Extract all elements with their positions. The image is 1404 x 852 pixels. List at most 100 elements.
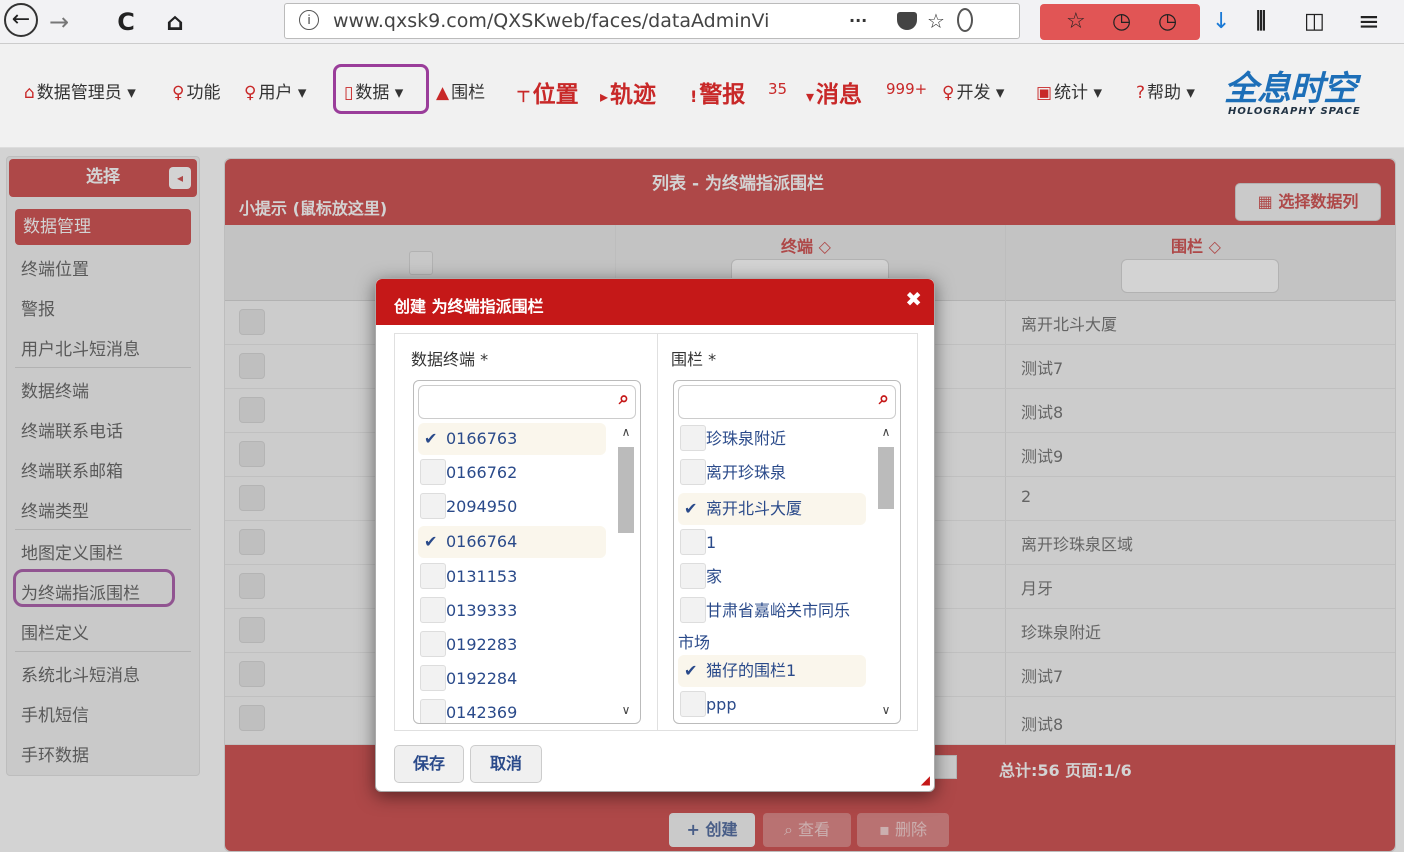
checkbox[interactable] bbox=[420, 665, 446, 691]
scrollbar[interactable]: ∧ ∨ bbox=[616, 425, 636, 721]
chevron-up-icon[interactable]: ∧ bbox=[876, 425, 896, 441]
nav-functions[interactable]: ♀ 功能 bbox=[172, 78, 220, 103]
browser-toolbar: ← → C ⌂ i www.qxsk9.com/QXSKweb/faces/da… bbox=[0, 0, 1404, 44]
list-item[interactable]: 0166762 bbox=[418, 457, 606, 489]
list-item[interactable]: 0142369 bbox=[418, 697, 606, 723]
list-item[interactable]: 0131153 bbox=[418, 561, 606, 593]
nav-fence[interactable]: ▲ 围栏 bbox=[436, 78, 485, 103]
terminal-listbox[interactable]: ⌕ ✔ 0166763 0166762 2094950 ✔ 0166764 0131… bbox=[413, 380, 641, 724]
search-icon: ⌕ bbox=[878, 388, 889, 409]
list-item[interactable]: 珍珠泉附近 bbox=[678, 423, 866, 455]
checkbox[interactable] bbox=[680, 563, 706, 589]
extension-icon[interactable] bbox=[957, 8, 973, 32]
checkbox[interactable] bbox=[680, 529, 706, 555]
page-actions-button[interactable]: ··· bbox=[849, 4, 867, 38]
forward-button[interactable]: → bbox=[44, 4, 74, 40]
cancel-button[interactable]: 取消 bbox=[470, 745, 542, 783]
home-button[interactable]: ⌂ bbox=[160, 4, 190, 40]
checkbox[interactable] bbox=[680, 691, 706, 717]
nav-label: 开发 ▾ bbox=[956, 83, 1005, 103]
sidebar-toggle-icon[interactable]: ◫ bbox=[1304, 4, 1325, 40]
highlight-annotation bbox=[333, 64, 429, 114]
checkbox[interactable] bbox=[420, 699, 446, 723]
checkbox[interactable] bbox=[680, 425, 706, 451]
scrollbar-thumb[interactable] bbox=[878, 447, 894, 509]
nav-messages[interactable]: ▾消息 bbox=[806, 75, 862, 109]
terminal-option: 0139333 bbox=[446, 601, 518, 620]
nav-develop[interactable]: ♀ 开发 ▾ bbox=[942, 78, 1004, 103]
list-item[interactable]: 甘肃省嘉峪关市同乐 bbox=[678, 595, 866, 627]
nav-alarm[interactable]: !警报 bbox=[690, 75, 745, 109]
url-text: www.qxsk9.com/QXSKweb/faces/dataAdminVi bbox=[333, 10, 770, 32]
list-item[interactable]: ✔ 0166763 bbox=[418, 423, 606, 455]
terminal-label: 数据终端 * bbox=[411, 350, 489, 369]
checkbox[interactable] bbox=[420, 459, 446, 485]
history-icon[interactable]: ◷ bbox=[1158, 4, 1177, 40]
nav-track[interactable]: ▸轨迹 bbox=[600, 75, 656, 109]
nav-label: 位置 bbox=[532, 82, 579, 108]
address-bar[interactable]: i www.qxsk9.com/QXSKweb/faces/dataAdminV… bbox=[284, 3, 1020, 39]
chevron-down-icon[interactable]: ∨ bbox=[616, 703, 636, 719]
list-item[interactable]: ppp bbox=[678, 689, 866, 721]
logo-main: 全息时空 bbox=[1224, 69, 1357, 109]
checkbox[interactable] bbox=[680, 597, 706, 623]
list-item[interactable]: 家 bbox=[678, 561, 866, 593]
list-item[interactable]: 0192283 bbox=[418, 629, 606, 661]
list-item[interactable]: 离开珍珠泉 bbox=[678, 457, 866, 489]
column-divider bbox=[657, 334, 658, 730]
download-icon[interactable]: ↓ bbox=[1212, 4, 1230, 40]
pocket-icon[interactable] bbox=[897, 12, 917, 30]
fence-option: 家 bbox=[706, 567, 723, 586]
message-count-badge: 999+ bbox=[886, 80, 928, 98]
nav-label: 用户 ▾ bbox=[258, 83, 307, 103]
nav-label: 消息 bbox=[816, 82, 863, 108]
list-item[interactable]: 0192284 bbox=[418, 663, 606, 695]
save-button[interactable]: 保存 bbox=[394, 745, 464, 783]
clock-icon[interactable]: ◷ bbox=[1112, 4, 1131, 40]
scrollbar-thumb[interactable] bbox=[618, 447, 634, 533]
terminal-search-input[interactable]: ⌕ bbox=[418, 385, 636, 419]
terminal-option: 0192283 bbox=[446, 635, 518, 654]
chevron-up-icon[interactable]: ∧ bbox=[616, 425, 636, 441]
nav-data-admin[interactable]: ⌂ 数据管理员 ▾ bbox=[24, 78, 136, 103]
extension-star-icon[interactable]: ☆ bbox=[1066, 4, 1086, 40]
chevron-down-icon[interactable]: ∨ bbox=[876, 703, 896, 719]
bookmark-star-icon[interactable]: ☆ bbox=[927, 4, 945, 38]
pin-icon: ♀ bbox=[942, 83, 955, 103]
list-item[interactable]: 0139333 bbox=[418, 595, 606, 627]
back-button[interactable]: ← bbox=[4, 3, 38, 37]
list-item[interactable]: ✔ 猫仔的围栏1 bbox=[678, 655, 866, 687]
chart-icon: ▣ bbox=[1036, 83, 1053, 103]
scrollbar[interactable]: ∧ ∨ bbox=[876, 425, 896, 721]
nav-label: 数据管理员 ▾ bbox=[36, 83, 136, 103]
menu-icon[interactable]: ≡ bbox=[1358, 4, 1380, 40]
check-icon: ✔ bbox=[424, 429, 438, 448]
alert-icon: ! bbox=[690, 87, 698, 106]
terminal-option: 0131153 bbox=[446, 567, 518, 586]
fence-search-input[interactable]: ⌕ bbox=[678, 385, 896, 419]
list-item[interactable]: ✔ 0166764 bbox=[418, 526, 606, 558]
checkbox[interactable] bbox=[420, 563, 446, 589]
nav-users[interactable]: ♀ 用户 ▾ bbox=[244, 78, 306, 103]
nav-statistics[interactable]: ▣ 统计 ▾ bbox=[1036, 78, 1102, 103]
check-icon: ✔ bbox=[424, 532, 438, 551]
nav-help[interactable]: ? 帮助 ▾ bbox=[1136, 78, 1195, 103]
checkbox[interactable] bbox=[420, 493, 446, 519]
user-icon: ♀ bbox=[244, 83, 257, 103]
nav-location[interactable]: ⊤位置 bbox=[516, 75, 579, 109]
home-icon: ⌂ bbox=[24, 83, 35, 103]
create-assign-fence-dialog: 创建 为终端指派围栏 ✖ 数据终端 * 围栏 * ⌕ ✔ 0166763 0166… bbox=[375, 278, 935, 792]
checkbox[interactable] bbox=[420, 597, 446, 623]
checkbox[interactable] bbox=[680, 459, 706, 485]
resize-handle-icon[interactable]: ◢ bbox=[921, 773, 930, 787]
close-icon[interactable]: ✖ bbox=[905, 287, 922, 311]
library-icon[interactable]: ⫼ bbox=[1256, 4, 1266, 40]
checkbox[interactable] bbox=[420, 631, 446, 657]
reload-button[interactable]: C bbox=[112, 4, 140, 40]
list-item[interactable]: ✔ 离开北斗大厦 bbox=[678, 493, 866, 525]
info-icon[interactable]: i bbox=[299, 10, 319, 30]
list-item[interactable]: 2094950 bbox=[418, 491, 606, 523]
fence-listbox[interactable]: ⌕ 珍珠泉附近 离开珍珠泉 ✔ 离开北斗大厦 1 家 甘肃省嘉峪关市同乐 市场 ✔… bbox=[673, 380, 901, 724]
fence-option: 1 bbox=[706, 533, 717, 552]
list-item[interactable]: 1 bbox=[678, 527, 866, 559]
